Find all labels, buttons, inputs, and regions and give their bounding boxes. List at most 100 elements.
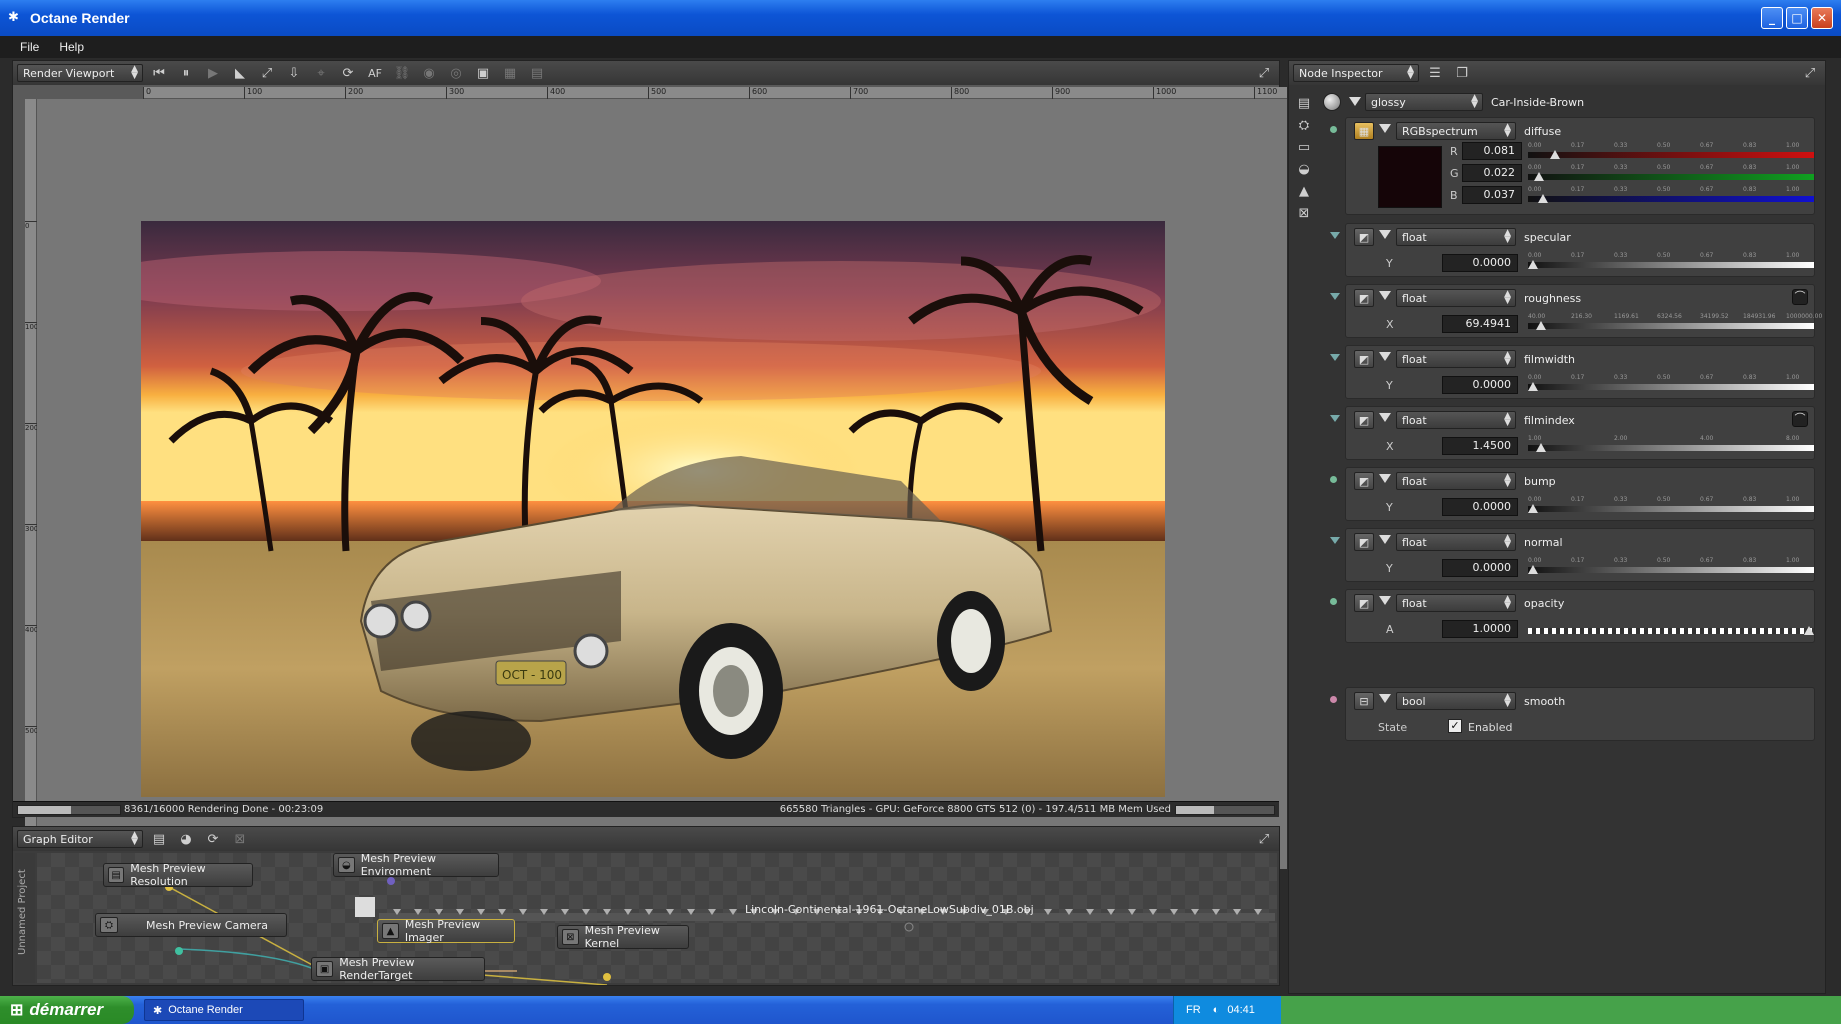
collapse-icon[interactable]	[1379, 694, 1391, 703]
specular-value-field[interactable]: 0.0000	[1442, 254, 1518, 272]
curve-toggle-icon[interactable]: ⌒	[1792, 411, 1808, 427]
focus-picker-icon[interactable]: ◣	[229, 63, 251, 83]
add-node-icon[interactable]: ▤	[148, 829, 170, 849]
slider-thumb[interactable]	[1528, 504, 1538, 513]
node-environment[interactable]: ◒ Mesh Preview Environment	[333, 852, 499, 878]
diffuse-color-swatch[interactable]	[1378, 146, 1442, 208]
float-node-icon[interactable]: ◩	[1354, 533, 1374, 551]
opacity-value-field[interactable]: 1.0000	[1442, 620, 1518, 638]
material-type-selector[interactable]: glossy ▲ ▼	[1365, 93, 1483, 111]
menu-file[interactable]: File	[20, 40, 39, 54]
material-node-icon[interactable]: ◕	[175, 829, 197, 849]
sphere-icon[interactable]: ◉	[418, 63, 440, 83]
slider-thumb[interactable]	[1528, 565, 1538, 574]
title-bar[interactable]: ✱ Octane Render _ □ ✕	[0, 0, 1841, 36]
link-icon[interactable]: ⛓	[391, 63, 413, 83]
bump-value-field[interactable]: 0.0000	[1442, 498, 1518, 516]
filmindex-type-selector[interactable]: float ▲ ▼	[1396, 411, 1516, 429]
float-node-icon[interactable]: ◩	[1354, 289, 1374, 307]
close-button[interactable]: ✕	[1811, 7, 1833, 29]
channel-value-field[interactable]: 0.022	[1462, 164, 1522, 182]
collapse-icon[interactable]	[1379, 535, 1391, 544]
input-pin[interactable]	[1330, 354, 1340, 361]
roughness-value-field[interactable]: 69.4941	[1442, 315, 1518, 333]
kernel-icon[interactable]: ⊠	[229, 829, 251, 849]
smooth-type-selector[interactable]: bool ▲ ▼	[1396, 692, 1516, 710]
diffuse-type-selector[interactable]: RGBspectrum ▲ ▼	[1396, 122, 1516, 140]
taskbar-item-octane[interactable]: ✱ Octane Render	[144, 999, 304, 1021]
filmindex-value-field[interactable]: 1.4500	[1442, 437, 1518, 455]
value-slider[interactable]: 0.00 0.17 0.33 0.50 0.67 0.83 1.00	[1528, 557, 1814, 575]
collapse-all-icon[interactable]: ☰	[1424, 63, 1446, 83]
slider-thumb[interactable]	[1536, 443, 1547, 452]
slider-thumb[interactable]	[1550, 150, 1561, 159]
input-pin[interactable]	[1330, 293, 1340, 300]
float-node-icon[interactable]: ◩	[1354, 411, 1374, 429]
float-node-icon[interactable]: ◩	[1354, 594, 1374, 612]
camera-node-icon[interactable]: ⛭	[1293, 115, 1315, 135]
input-pin[interactable]	[1330, 537, 1340, 544]
slider-thumb[interactable]	[1536, 321, 1547, 330]
reload-icon[interactable]: ⟳	[202, 829, 224, 849]
language-indicator[interactable]: FR	[1186, 1004, 1201, 1016]
input-pin[interactable]	[1330, 232, 1340, 239]
bool-node-icon[interactable]: ⊟	[1354, 692, 1374, 710]
minimize-button[interactable]: _	[1761, 7, 1783, 29]
value-slider[interactable]: 0.00 0.17 0.33 0.50 0.67 0.83 1.00	[1528, 186, 1814, 204]
network-icon[interactable]: ◐	[1213, 1004, 1220, 1016]
collapse-icon[interactable]	[1379, 413, 1391, 422]
slider-thumb[interactable]	[1534, 172, 1545, 181]
input-pin[interactable]	[1330, 598, 1337, 605]
collapse-icon[interactable]	[1379, 352, 1391, 361]
value-slider[interactable]: 0.00 0.17 0.33 0.50 0.67 0.83 1.00	[1528, 374, 1814, 392]
filmwidth-value-field[interactable]: 0.0000	[1442, 376, 1518, 394]
collapse-icon[interactable]	[1379, 291, 1391, 300]
value-slider[interactable]: 0.00 0.17 0.33 0.50 0.67 0.83 1.00	[1528, 142, 1814, 160]
float-node-icon[interactable]: ◩	[1354, 472, 1374, 490]
input-pin[interactable]	[1330, 476, 1337, 483]
autofocus-icon[interactable]: ⌖	[310, 63, 332, 83]
value-slider[interactable]	[1528, 618, 1814, 636]
node-rendertarget[interactable]: ▣ Mesh Preview RenderTarget	[311, 956, 485, 982]
value-slider[interactable]: 40.00 216.30 1169.61 6324.56 34199.52 184931.…	[1528, 313, 1822, 331]
graph-canvas[interactable]: ⌀ Lincoln-Continental-1961-OctaneLowSubd…	[37, 852, 1277, 985]
specular-type-selector[interactable]: float ▲ ▼	[1396, 228, 1516, 246]
tiles-icon[interactable]: ▤	[526, 63, 548, 83]
imager-node-icon[interactable]: ▲	[1293, 181, 1315, 201]
opacity-type-selector[interactable]: float ▲ ▼	[1396, 594, 1516, 612]
slider-thumb[interactable]	[1804, 626, 1814, 635]
viewport-selector[interactable]: Render Viewport ▲ ▼	[17, 64, 143, 82]
pause-icon[interactable]: ⏸	[175, 63, 197, 83]
float-node-icon[interactable]: ◩	[1354, 228, 1374, 246]
input-pin[interactable]	[1330, 126, 1337, 133]
restart-render-icon[interactable]: ⏮	[148, 63, 170, 83]
environment-node-icon[interactable]: ◒	[1293, 159, 1315, 179]
node-kernel[interactable]: ⊠ Mesh Preview Kernel	[557, 924, 689, 950]
channel-value-field[interactable]: 0.081	[1462, 142, 1522, 160]
input-pin[interactable]	[1330, 696, 1337, 703]
float-node-icon[interactable]: ◩	[1354, 350, 1374, 368]
bump-type-selector[interactable]: float ▲ ▼	[1396, 472, 1516, 490]
project-side-tab[interactable]: Unnamed Project	[15, 853, 35, 983]
rendered-image[interactable]: OCT - 100	[141, 221, 1165, 797]
slider-thumb[interactable]	[1538, 194, 1549, 203]
collapse-icon[interactable]	[1379, 596, 1391, 605]
copy-icon[interactable]: ❐	[1451, 63, 1473, 83]
rgb-spectrum-icon[interactable]: ▦	[1354, 122, 1374, 140]
maximize-panel-icon[interactable]: ⤢	[1799, 63, 1821, 83]
collapse-icon[interactable]	[1379, 124, 1391, 133]
filmwidth-type-selector[interactable]: float ▲ ▼	[1396, 350, 1516, 368]
node-camera[interactable]: ⛭ Mesh Preview Camera	[95, 913, 287, 937]
af-button[interactable]: AF	[364, 63, 386, 83]
zoom-region-icon[interactable]: ⤢	[256, 63, 278, 83]
value-slider[interactable]: 0.00 0.17 0.33 0.50 0.67 0.83 1.00	[1528, 496, 1814, 514]
slider-thumb[interactable]	[1528, 260, 1538, 269]
sphere-alt-icon[interactable]: ◎	[445, 63, 467, 83]
refresh-icon[interactable]: ⟳	[337, 63, 359, 83]
start-button[interactable]: ⊞ démarrer	[0, 996, 134, 1024]
maximize-button[interactable]: □	[1786, 7, 1808, 29]
inspector-selector[interactable]: Node Inspector ▲ ▼	[1293, 64, 1419, 82]
list-icon[interactable]: ▭	[1293, 137, 1315, 157]
input-pin[interactable]	[1330, 415, 1340, 422]
maximize-panel-icon[interactable]: ⤢	[1253, 63, 1275, 83]
